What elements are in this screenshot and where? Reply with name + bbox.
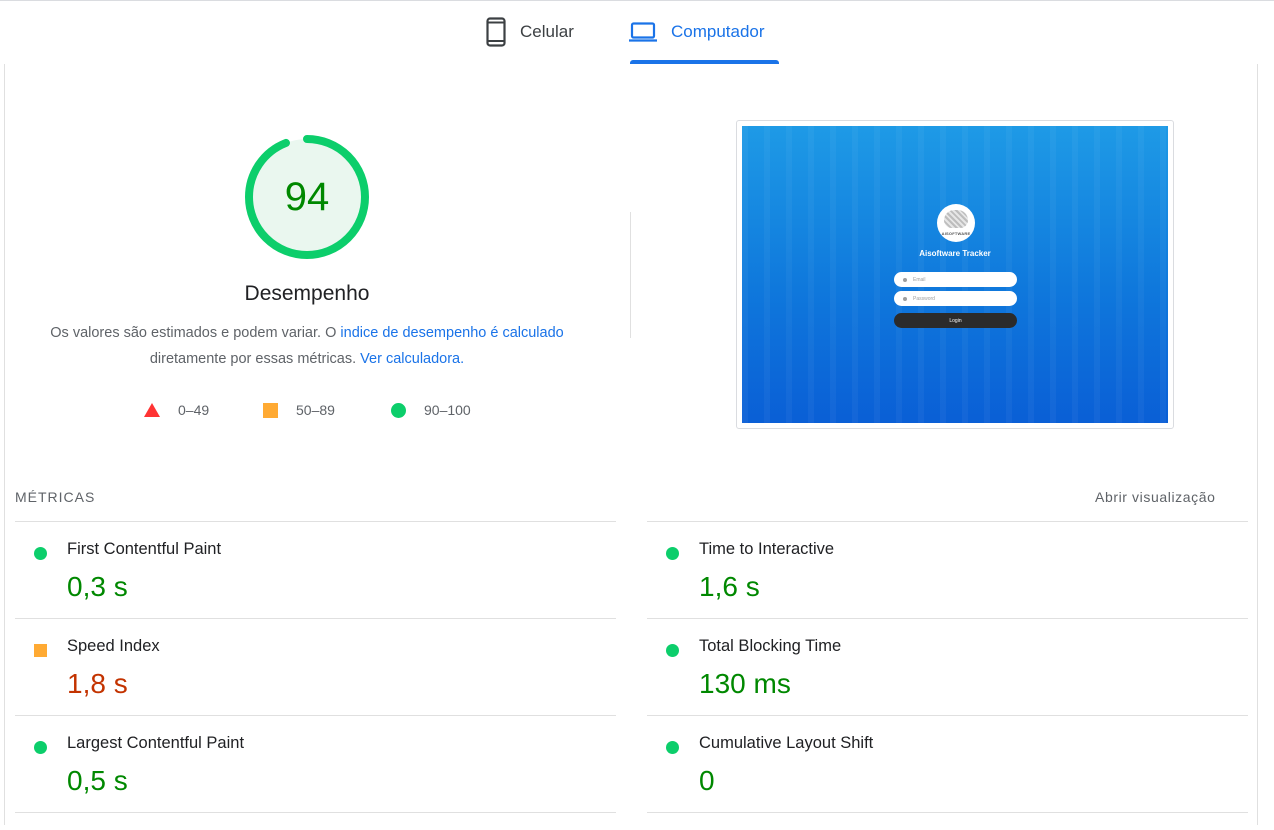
description-text-2: diretamente por essas métricas. — [149, 351, 361, 367]
triangle-icon — [144, 403, 160, 417]
square-icon — [263, 402, 278, 418]
metric-total-blocking-time: Total Blocking Time 130 ms — [666, 637, 1226, 733]
panel-border-left — [4, 64, 5, 825]
metric-speed-index: Speed Index 1,8 s — [34, 637, 594, 733]
metrics-divider — [647, 812, 1248, 813]
legend-item-pass: 90–100 — [391, 400, 471, 420]
circle-icon — [391, 402, 406, 418]
metric-name: Time to Interactive — [699, 540, 835, 558]
active-tab-indicator — [630, 60, 779, 64]
legend-range-pass: 90–100 — [424, 402, 471, 418]
pass-circle-icon — [666, 547, 679, 560]
metric-value: 1,8 s — [67, 668, 128, 699]
brain-icon — [944, 210, 968, 228]
metrics-divider — [15, 521, 616, 522]
score-value: 94 — [284, 174, 330, 219]
metric-name: Cumulative Layout Shift — [699, 734, 874, 752]
metric-value: 1,6 s — [699, 571, 760, 602]
pass-circle-icon — [666, 644, 679, 657]
lock-icon — [903, 296, 907, 301]
metric-value: 130 ms — [699, 668, 791, 699]
description-text-1: Os valores são estimados e podem variar.… — [50, 325, 341, 341]
legend-range-average: 50–89 — [296, 402, 335, 418]
metrics-divider — [647, 715, 1248, 716]
metric-cumulative-layout-shift: Cumulative Layout Shift 0 — [666, 734, 1226, 830]
screenshot-login-button: Login — [894, 313, 1017, 328]
legend-item-average: 50–89 — [263, 400, 335, 420]
toggle-view-button[interactable]: Abrir visualização — [1095, 489, 1216, 505]
smartphone-icon — [486, 17, 506, 47]
score-calculation-link[interactable]: indice de desempenho é calculado — [340, 325, 563, 341]
metric-first-contentful-paint: First Contentful Paint 0,3 s — [34, 540, 594, 636]
screenshot-password-field: Password — [894, 291, 1017, 306]
metric-time-to-interactive: Time to Interactive 1,6 s — [666, 540, 1226, 636]
score-title: Desempenho — [244, 282, 370, 305]
metric-value: 0,5 s — [67, 765, 128, 796]
metric-name: Largest Contentful Paint — [67, 734, 245, 752]
final-screenshot: AISOFTWARE Aisoftware Tracker Email Pass… — [736, 120, 1174, 429]
screenshot-login-page: AISOFTWARE Aisoftware Tracker Email Pass… — [742, 126, 1168, 423]
tab-mobile[interactable]: Celular — [486, 0, 574, 64]
tab-desktop-label: Computador — [671, 22, 765, 41]
screenshot-email-field: Email — [894, 272, 1017, 287]
metric-value: 0,3 s — [67, 571, 128, 602]
metrics-divider — [647, 618, 1248, 619]
laptop-icon — [629, 22, 657, 42]
legend-item-fail: 0–49 — [144, 400, 209, 420]
score-description: Os valores são estimados e podem variar.… — [40, 320, 574, 372]
device-tabs: Celular Computador — [0, 0, 1274, 64]
pass-circle-icon — [34, 741, 47, 754]
tab-mobile-label: Celular — [520, 22, 574, 41]
metrics-divider — [15, 812, 616, 813]
metrics-divider — [15, 618, 616, 619]
panel-border-right — [1257, 64, 1258, 825]
tab-desktop[interactable]: Computador — [629, 0, 765, 64]
performance-score-gauge: 94 — [243, 133, 371, 261]
metric-largest-contentful-paint: Largest Contentful Paint 0,5 s — [34, 734, 594, 830]
metric-value: 0 — [699, 765, 715, 796]
metric-name: Speed Index — [67, 637, 160, 655]
vertical-divider — [630, 212, 631, 338]
pass-circle-icon — [666, 741, 679, 754]
legend-range-fail: 0–49 — [178, 402, 210, 418]
password-placeholder: Password — [913, 295, 935, 302]
metric-name: First Contentful Paint — [67, 540, 222, 558]
app-title: Aisoftware Tracker — [919, 249, 991, 258]
metrics-heading: MÉTRICAS — [15, 489, 96, 505]
calculator-link[interactable]: Ver calculadora. — [360, 351, 464, 367]
average-square-icon — [34, 644, 47, 657]
metric-name: Total Blocking Time — [699, 637, 842, 655]
app-logo: AISOFTWARE — [937, 204, 975, 242]
metrics-divider — [647, 521, 1248, 522]
pass-circle-icon — [34, 547, 47, 560]
user-icon — [903, 277, 907, 282]
email-placeholder: Email — [913, 276, 926, 283]
metrics-divider — [15, 715, 616, 716]
logo-text: AISOFTWARE — [941, 231, 971, 236]
